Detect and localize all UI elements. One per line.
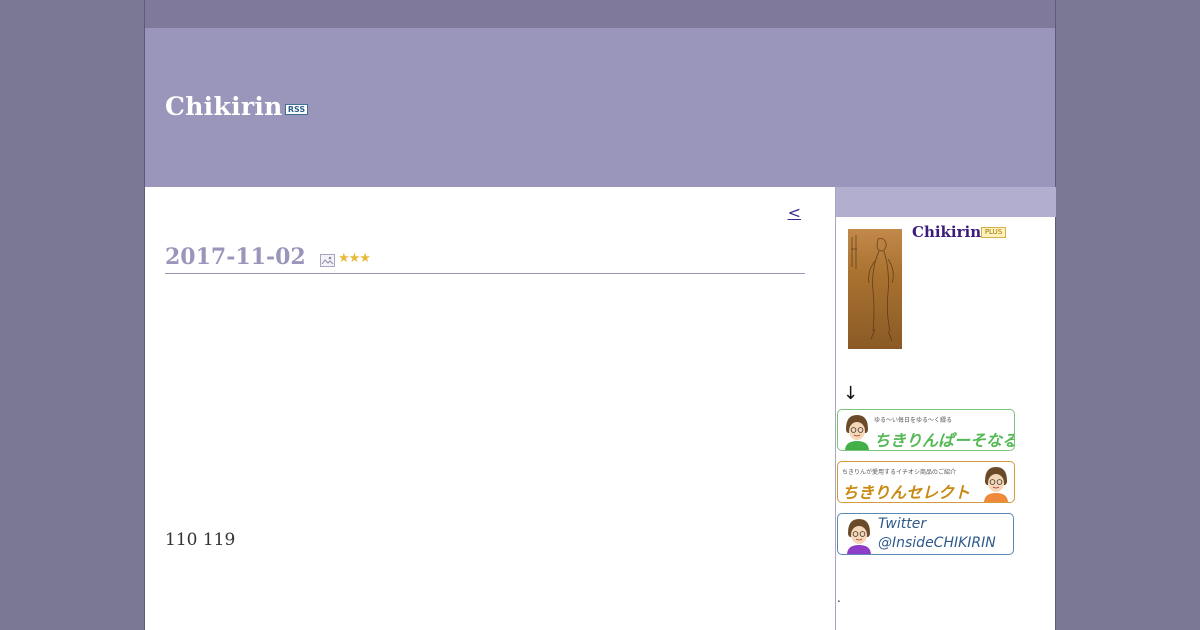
avatar-illustration-icon [845,415,869,450]
sidebar-footer-dot: . [837,591,841,605]
banner-chikirin-select[interactable]: ちきりんが愛用するイチオシ商品のご紹介 ちきりんセレクト [837,461,1015,503]
blog-page: Chikirin RSS < 2017-11-02 ★★★ 110 119 Ch… [144,0,1056,630]
star-rating: ★★★ [338,251,371,266]
banner-chikirin-personal[interactable]: ゆる～い毎日をゆる～く綴る ちきりんぱーそなる [837,409,1015,451]
image-icon [320,254,335,267]
plus-badge: PLUS [981,227,1006,238]
entry-date[interactable]: 2017-11-02 [165,244,306,270]
banner-tagline: ちきりんが愛用するイチオシ商品のご紹介 [842,469,957,476]
prev-entry-link[interactable]: < [788,203,801,222]
profile-avatar[interactable] [848,229,902,349]
banner-twitter[interactable]: Twitter @InsideCHIKIRIN [837,513,1014,555]
top-bar [145,0,1055,28]
avatar-illustration-icon [984,467,1008,502]
banner-title: ちきりんセレクト [842,483,971,502]
twitter-handle: @InsideCHIKIRIN [878,535,996,551]
profile-name[interactable]: Chikirin [912,223,981,241]
twitter-label: Twitter [878,516,927,532]
avatar-illustration-icon [847,519,871,554]
main-content: < 2017-11-02 ★★★ 110 119 [145,187,835,630]
blog-title[interactable]: Chikirin [165,92,283,121]
sidebar: Chikirin PLUS ↓ ゆる～い毎日をゆる～く綴る ちきりんぱーそなる … [835,187,1056,630]
down-arrow-icon: ↓ [843,383,859,404]
rss-icon[interactable]: RSS [285,104,308,115]
blog-header: Chikirin RSS [145,28,1055,187]
banner-title: ちきりんぱーそなる [874,431,1015,450]
banner-tagline: ゆる～い毎日をゆる～く綴る [874,417,953,424]
sidebar-header [836,187,1056,217]
entry-body: 110 119 [165,530,236,550]
entry-header: 2017-11-02 ★★★ [165,243,805,274]
